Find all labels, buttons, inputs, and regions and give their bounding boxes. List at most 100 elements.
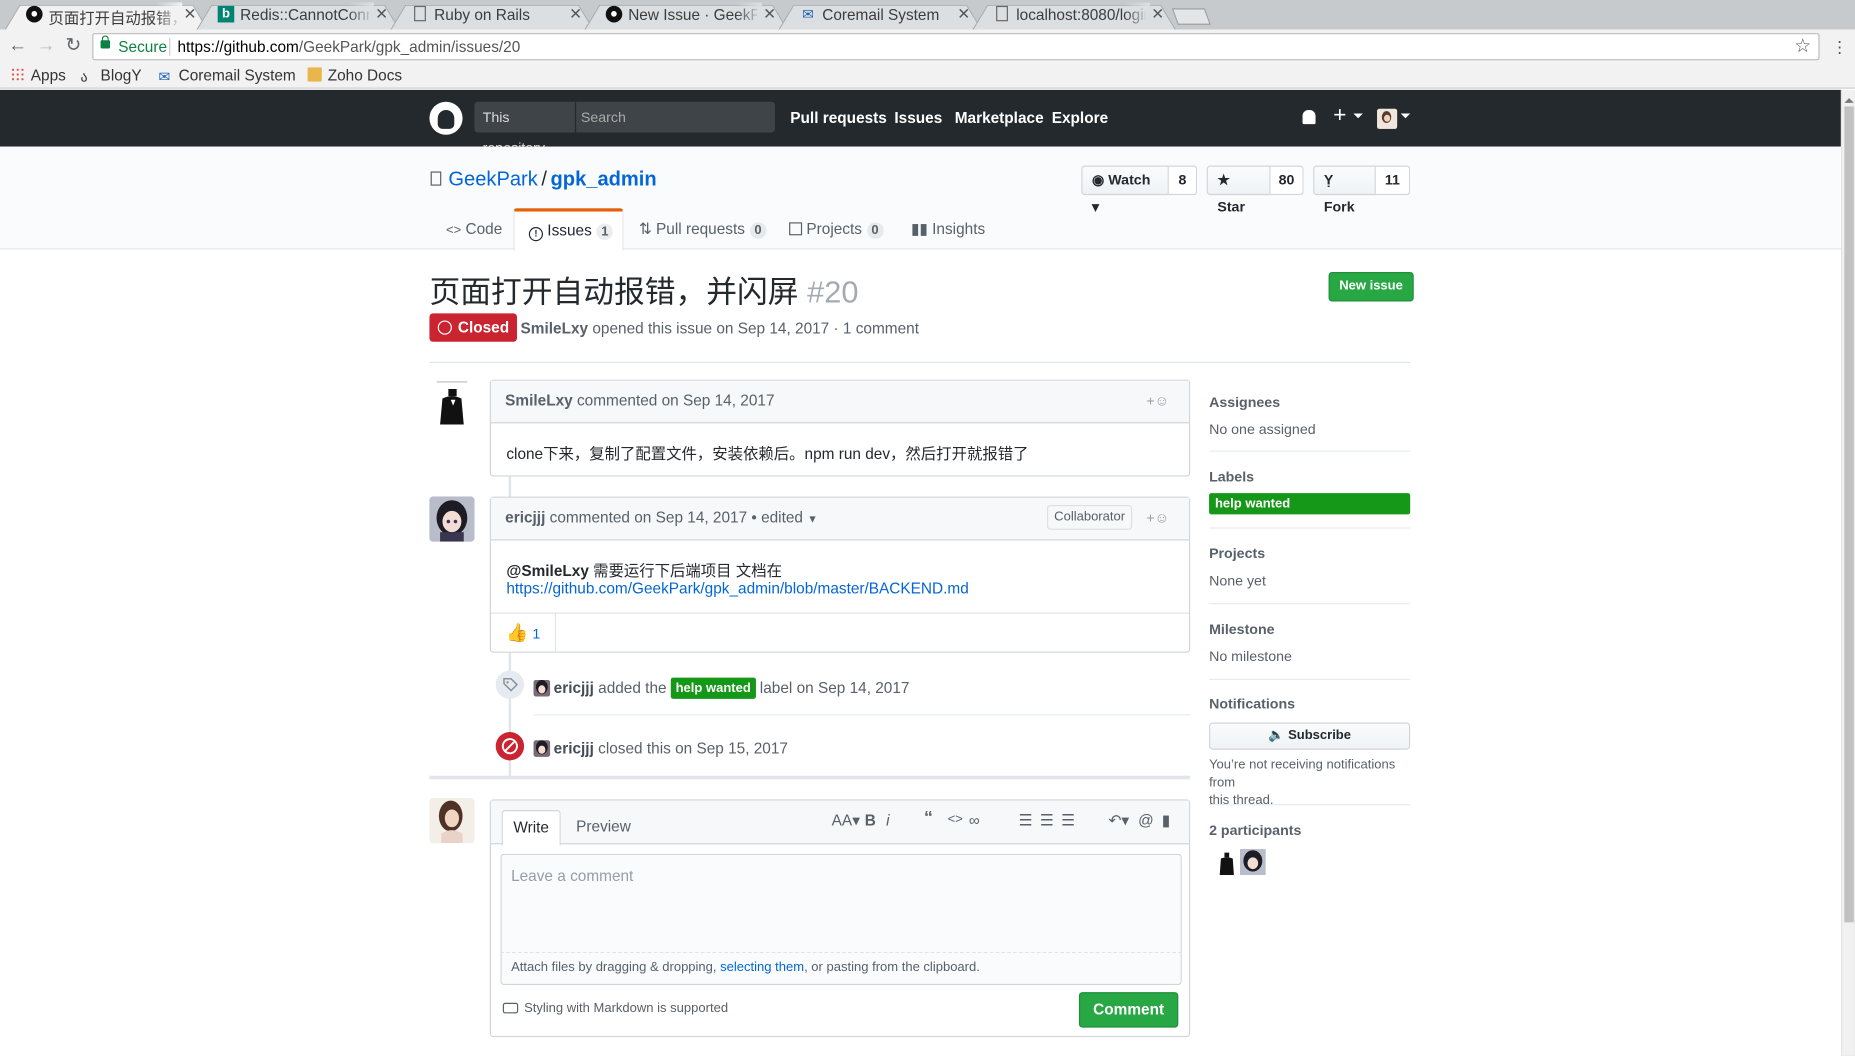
comment-date[interactable]: commented on Sep 14, 2017 • edited xyxy=(550,508,803,526)
tab-write[interactable]: Write xyxy=(501,810,561,846)
event-actor-link[interactable]: ericjjj xyxy=(554,679,594,697)
tab-issues[interactable]: ! Issues 1 xyxy=(513,208,624,251)
comment-author-link[interactable]: SmileLxy xyxy=(505,391,573,409)
tab-insights[interactable]: ▮▮ Insights xyxy=(911,208,985,251)
avatar[interactable] xyxy=(1377,108,1398,129)
label-badge[interactable]: help wanted xyxy=(1209,493,1411,515)
browser-tab-6[interactable]: localhost:8080/login ✕ xyxy=(972,0,1176,30)
browser-tab-5[interactable]: ✉ Coremail System ✕ xyxy=(778,0,982,30)
nav-marketplace[interactable]: Marketplace xyxy=(955,109,1044,127)
subscribe-button[interactable]: 🔈 Subscribe xyxy=(1209,722,1411,750)
comment-header: SmileLxy commented on Sep 14, 2017 +☺ xyxy=(490,380,1189,424)
mention-icon[interactable]: @ xyxy=(1138,811,1154,829)
bookmark-icon[interactable]: ▮ xyxy=(1162,811,1170,830)
reload-icon[interactable]: ↻ xyxy=(63,35,84,56)
browser-tab-3[interactable]: Ruby on Rails ✕ xyxy=(390,0,594,30)
avatar[interactable] xyxy=(1239,849,1266,876)
bookmark-star-icon[interactable]: ☆ xyxy=(1794,34,1811,58)
close-icon[interactable]: ✕ xyxy=(957,5,970,24)
reaction-thumbs-up[interactable]: 👍 1 xyxy=(491,613,557,653)
fork-button[interactable]: Ỵ Fork xyxy=(1313,165,1376,215)
bold-icon[interactable]: B xyxy=(865,811,876,829)
star-icon: ★ xyxy=(1217,171,1231,189)
assignees-title[interactable]: Assignees xyxy=(1209,394,1316,411)
browser-menu-icon[interactable]: ⋮ xyxy=(1831,38,1848,58)
numbered-list-icon[interactable]: ☰ xyxy=(1040,811,1054,830)
avatar[interactable] xyxy=(533,679,551,697)
chevron-down-icon[interactable]: ▼ xyxy=(807,513,818,525)
nav-issues[interactable]: Issues xyxy=(894,109,942,127)
avatar[interactable] xyxy=(429,798,475,844)
italic-icon[interactable]: i xyxy=(886,811,889,829)
code-icon[interactable]: <> xyxy=(948,812,963,826)
forward-icon[interactable]: → xyxy=(35,35,56,56)
star-button[interactable]: ★ Star xyxy=(1206,165,1271,215)
comment-textarea[interactable] xyxy=(500,853,1182,954)
comment: ericjjj commented on Sep 14, 2017 • edit… xyxy=(489,496,1191,653)
watch-count[interactable]: 8 xyxy=(1168,165,1198,196)
tab-projects[interactable]: Projects 0 xyxy=(789,208,884,251)
browser-tab-2[interactable]: b Redis::CannotConnectError ✕ xyxy=(196,0,400,30)
avatar[interactable] xyxy=(429,496,475,542)
add-reaction-icon[interactable]: +☺ xyxy=(1146,393,1174,410)
bookmark-apps[interactable]: Apps xyxy=(10,66,66,84)
new-issue-button[interactable]: New issue xyxy=(1328,271,1414,302)
bulleted-list-icon[interactable]: ☰ xyxy=(1019,811,1033,830)
fork-count[interactable]: 11 xyxy=(1375,165,1411,196)
label-badge[interactable]: help wanted xyxy=(670,677,756,699)
bookmark-blogy[interactable]: ა BlogY xyxy=(80,66,141,84)
browser-tab-4[interactable]: ● New Issue · GeekPark ✕ xyxy=(584,0,788,30)
watch-button[interactable]: ◉ Watch ▾ xyxy=(1081,165,1169,215)
comment-date[interactable]: commented on Sep 14, 2017 xyxy=(577,391,775,409)
labels-title[interactable]: Labels xyxy=(1209,468,1410,485)
back-icon[interactable]: ← xyxy=(7,35,28,56)
nav-explore[interactable]: Explore xyxy=(1052,109,1108,127)
tab-preview[interactable]: Preview xyxy=(576,817,631,835)
comment-author-link[interactable]: ericjjj xyxy=(505,508,545,526)
milestone-value: No milestone xyxy=(1209,648,1292,665)
task-list-icon[interactable]: ☰ xyxy=(1061,811,1075,830)
avatar[interactable] xyxy=(533,740,551,757)
tab-code[interactable]: <> Code xyxy=(446,208,502,251)
issue-meta: SmileLxy opened this issue on Sep 14, 20… xyxy=(520,319,919,338)
close-icon[interactable]: ✕ xyxy=(1151,5,1164,24)
new-tab-button[interactable] xyxy=(1171,8,1211,25)
milestone-title[interactable]: Milestone xyxy=(1209,621,1292,638)
attach-files-zone[interactable]: Attach files by dragging & dropping, sel… xyxy=(500,953,1182,986)
bookmark-coremail[interactable]: ✉ Coremail System xyxy=(159,66,296,84)
address-bar[interactable]: Secure https://github.com/GeekPark/gpk_a… xyxy=(92,33,1820,61)
text-size-icon[interactable]: AA▾ xyxy=(832,811,860,830)
search-input[interactable] xyxy=(580,101,771,133)
comment-button[interactable]: Comment xyxy=(1078,992,1179,1028)
plus-icon[interactable]: + xyxy=(1333,103,1346,129)
repo-owner-link[interactable]: GeekPark xyxy=(448,168,537,190)
link-icon[interactable]: ∞ xyxy=(969,811,980,829)
quote-icon[interactable]: “ xyxy=(924,808,933,828)
tab-pull-requests[interactable]: ⇅ Pull requests 0 xyxy=(639,208,767,251)
github-logo-icon[interactable] xyxy=(429,101,463,135)
star-count[interactable]: 80 xyxy=(1270,165,1304,196)
markdown-note[interactable]: Styling with Markdown is supported xyxy=(502,1002,728,1016)
bell-icon[interactable] xyxy=(1302,109,1316,125)
repo-name-link[interactable]: gpk_admin xyxy=(551,168,657,190)
select-files-link[interactable]: selecting them xyxy=(720,960,804,974)
avatar[interactable] xyxy=(1213,849,1240,876)
project-icon xyxy=(789,222,803,236)
add-reaction-icon[interactable]: +☺ xyxy=(1146,510,1174,527)
avatar[interactable] xyxy=(429,379,475,425)
browser-tab-1[interactable]: ● 页面打开自动报错，并闪屏 · Issue #20 ✕ xyxy=(4,0,209,30)
close-icon[interactable]: ✕ xyxy=(763,5,776,24)
page-scrollbar[interactable] xyxy=(1840,89,1855,1056)
nav-pull-requests[interactable]: Pull requests xyxy=(790,109,887,127)
mention-link[interactable]: @SmileLxy xyxy=(506,562,589,580)
url-text[interactable]: https://github.com/GeekPark/gpk_admin/is… xyxy=(177,38,520,56)
close-icon[interactable]: ✕ xyxy=(183,5,196,24)
close-icon[interactable]: ✕ xyxy=(375,5,388,24)
event-actor-link[interactable]: ericjjj xyxy=(554,739,594,757)
issue-author-link[interactable]: SmileLxy xyxy=(521,319,589,337)
reply-icon[interactable]: ↶▾ xyxy=(1109,811,1130,830)
bookmark-zoho[interactable]: Zoho Docs xyxy=(307,66,402,84)
backend-doc-link[interactable]: https://github.com/GeekPark/gpk_admin/bl… xyxy=(506,579,968,597)
close-icon[interactable]: ✕ xyxy=(569,5,582,24)
projects-title[interactable]: Projects xyxy=(1209,545,1266,562)
